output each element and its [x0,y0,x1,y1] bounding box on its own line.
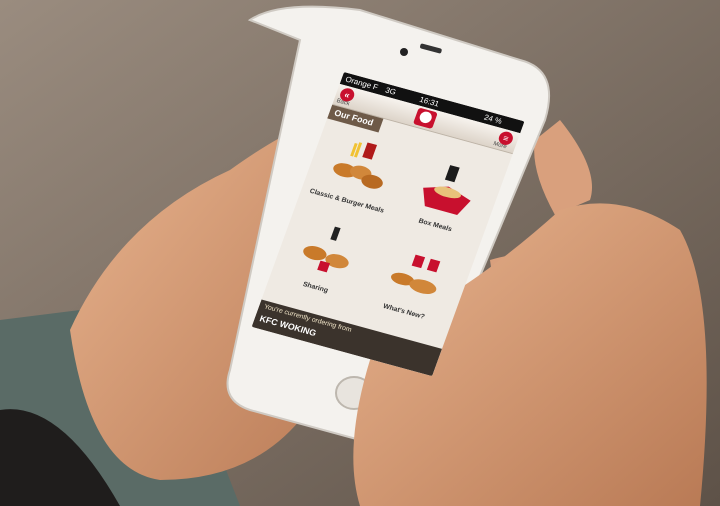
colonel-icon [418,110,434,125]
meal-photo-icon [333,142,383,189]
new-items-photo-icon [390,254,441,294]
kfc-logo [412,107,438,130]
front-camera [400,48,408,56]
sharing-photo-icon [303,226,349,273]
box-meal-photo-icon [423,165,471,215]
